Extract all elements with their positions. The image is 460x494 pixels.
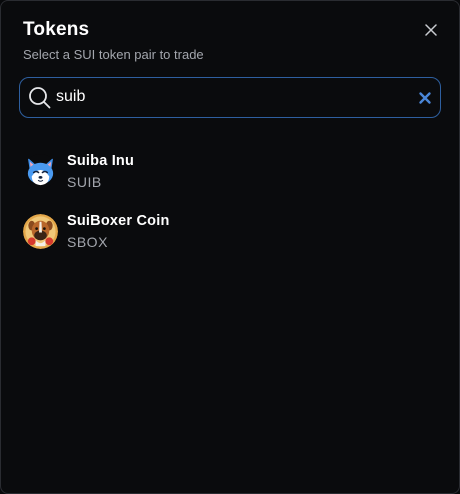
search-icon (29, 87, 51, 109)
token-symbol: SBOX (67, 234, 108, 250)
close-icon (425, 24, 437, 36)
dialog-title: Tokens (23, 19, 90, 40)
token-row-suib[interactable]: Suiba Inu SUIB (1, 143, 459, 203)
clear-search-icon[interactable] (418, 91, 432, 105)
token-name: SuiBoxer Coin (67, 213, 170, 229)
dialog-subtitle: Select a SUI token pair to trade (23, 47, 204, 62)
search-input[interactable] (56, 86, 406, 108)
close-button[interactable] (420, 19, 442, 41)
token-list: Suiba Inu SUIB SuiBoxer Coin SBOX (1, 143, 459, 263)
suiboxer-logo-icon (23, 214, 58, 249)
token-name: Suiba Inu (67, 153, 135, 169)
token-row-sbox[interactable]: SuiBoxer Coin SBOX (1, 203, 459, 263)
token-select-dialog: Tokens Select a SUI token pair to trade (0, 0, 460, 494)
search-box[interactable] (19, 77, 441, 118)
token-symbol: SUIB (67, 174, 102, 190)
suiba-inu-logo-icon (23, 154, 58, 189)
